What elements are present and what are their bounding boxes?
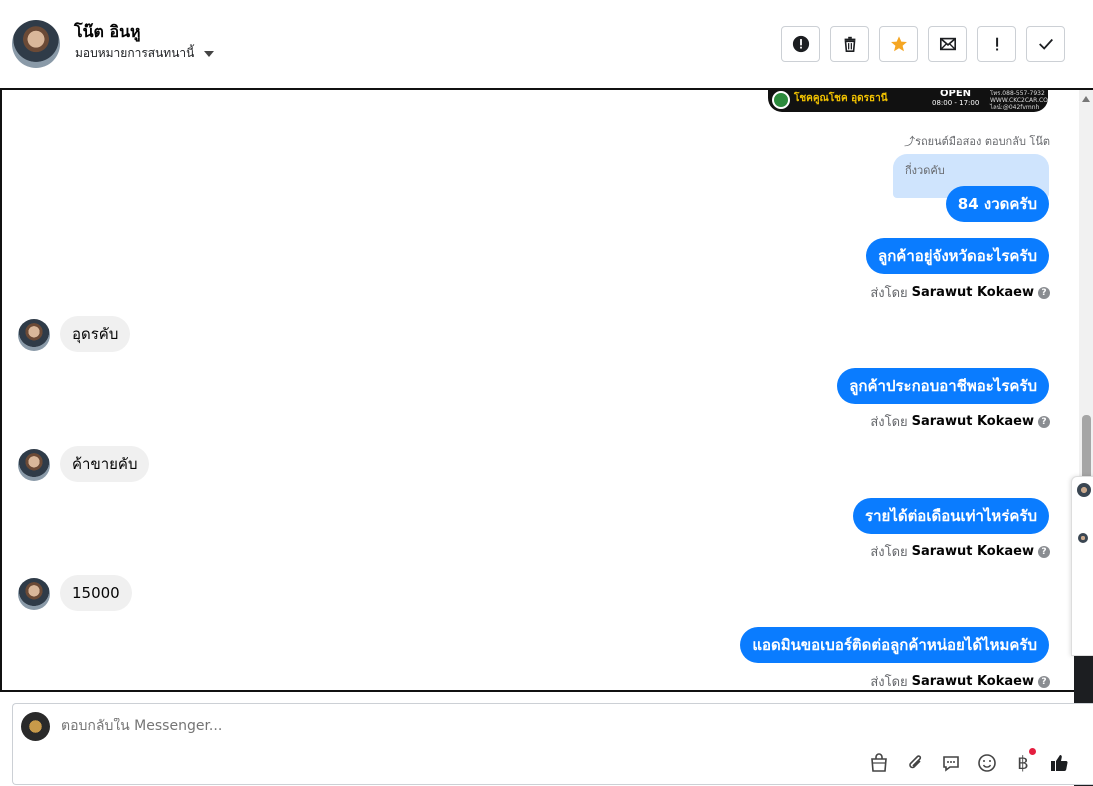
baht-icon: ฿ — [1017, 752, 1029, 774]
page-avatar — [21, 712, 50, 741]
check-icon — [1038, 38, 1053, 50]
scroll-up-arrow-icon[interactable] — [1082, 96, 1090, 102]
mark-unread-button[interactable] — [928, 26, 967, 62]
exclamation-icon — [995, 37, 998, 51]
message-bubble-incoming[interactable]: ค้าขายคับ — [60, 446, 150, 482]
sent-by-label: ส่งโดย Sarawut Kokaew ? — [870, 541, 1050, 562]
follow-up-button[interactable] — [977, 26, 1016, 62]
message-thread[interactable]: โชคคูณโชค อุดรธานี OPEN 08:00 - 17:00 โท… — [0, 88, 1093, 692]
assign-conversation-dropdown[interactable]: มอบหมายการสนทนานี้ — [75, 44, 215, 63]
banner-title: โชคคูณโชค อุดรธานี — [794, 93, 888, 104]
avatar[interactable] — [1078, 533, 1088, 543]
star-icon — [890, 36, 907, 52]
like-button[interactable] — [1048, 752, 1070, 774]
sent-by-prefix: ส่งโดย — [870, 286, 908, 301]
sender-name: Sarawut Kokaew — [911, 544, 1034, 559]
reply-meta-text: รถยนต์มือสอง ตอบกลับ โน๊ต — [915, 135, 1050, 148]
message-bubble-outgoing[interactable]: ลูกค้าอยู่จังหวัดอะไรครับ — [866, 238, 1049, 274]
chevron-down-icon — [204, 50, 215, 57]
thumbs-up-icon — [1051, 755, 1068, 772]
mark-spam-button[interactable] — [781, 26, 820, 62]
sender-name: Sarawut Kokaew — [911, 674, 1034, 689]
action-toolbar — [781, 26, 1065, 62]
shared-image-banner[interactable]: โชคคูณโชค อุดรธานี OPEN 08:00 - 17:00 โท… — [768, 90, 1048, 112]
sent-by-prefix: ส่งโดย — [870, 415, 908, 430]
shopping-bag-icon — [871, 753, 887, 772]
payment-button[interactable]: ฿ — [1012, 748, 1036, 774]
composer: ฿ — [12, 703, 1093, 785]
reply-meta: ⤴รถยนต์มือสอง ตอบกลับ โน๊ต — [904, 132, 1050, 150]
alert-circle-icon — [792, 35, 809, 53]
chat-bubble-icon — [943, 756, 959, 772]
message-bubble-incoming[interactable]: 15000 — [60, 575, 132, 611]
sent-by-label: ส่งโดย Sarawut Kokaew ? — [870, 282, 1050, 303]
assign-label: มอบหมายการสนทนานี้ — [75, 46, 195, 60]
mail-icon — [939, 37, 956, 51]
trash-icon — [844, 36, 855, 53]
message-bubble-incoming[interactable]: อุดรคับ — [60, 316, 131, 352]
help-icon[interactable]: ? — [1038, 675, 1050, 688]
avatar[interactable] — [1077, 483, 1091, 497]
side-chat-panel[interactable] — [1071, 476, 1093, 656]
sent-by-label: ส่งโดย Sarawut Kokaew ? — [870, 411, 1050, 432]
sent-by-prefix: ส่งโดย — [870, 545, 908, 560]
logo-icon — [772, 91, 790, 109]
banner-contact: โทร.088-557-7932 WWW.CKC2CAR.COM ไลน์:@0… — [990, 90, 1048, 111]
emoji-button[interactable] — [976, 752, 998, 774]
sender-name: Sarawut Kokaew — [911, 414, 1034, 429]
contact-avatar-small[interactable] — [18, 449, 50, 481]
composer-tools: ฿ — [868, 748, 1070, 774]
star-button[interactable] — [879, 26, 918, 62]
help-icon[interactable]: ? — [1038, 545, 1050, 558]
message-bubble-outgoing[interactable]: รายได้ต่อเดือนเท่าไหร่ครับ — [853, 498, 1049, 534]
quoted-text: กี่งวดคับ — [905, 164, 945, 177]
reply-arrow-icon: ⤴ — [904, 135, 916, 148]
message-bubble-outgoing[interactable]: แอดมินขอเบอร์ติดต่อลูกค้าหน่อยได้ไหมครับ — [740, 627, 1049, 663]
emoji-icon — [978, 754, 996, 772]
attach-button[interactable] — [904, 752, 926, 774]
sent-by-label: ส่งโดย Sarawut Kokaew ? — [870, 671, 1050, 690]
help-icon[interactable]: ? — [1038, 286, 1050, 299]
help-icon[interactable]: ? — [1038, 415, 1050, 428]
conversation-header: โน๊ต อินหู มอบหมายการสนทนานี้ — [0, 0, 1093, 88]
delete-button[interactable] — [830, 26, 869, 62]
contact-avatar-small[interactable] — [18, 578, 50, 610]
contact-avatar[interactable] — [12, 20, 60, 68]
scrollbar-thumb[interactable] — [1082, 415, 1091, 485]
contact-name[interactable]: โน๊ต อินหู — [74, 20, 141, 45]
contact-avatar-small[interactable] — [18, 319, 50, 351]
sent-by-prefix: ส่งโดย — [870, 675, 908, 690]
banner-hours: 08:00 - 17:00 — [932, 99, 980, 107]
sender-name: Sarawut Kokaew — [911, 285, 1034, 300]
banner-open: OPEN — [940, 90, 972, 99]
message-bubble-outgoing[interactable]: 84 งวดครับ — [945, 186, 1049, 222]
message-bubble-outgoing[interactable]: ลูกค้าประกอบอาชีพอะไรครับ — [837, 368, 1049, 404]
saved-replies-button[interactable] — [940, 752, 962, 774]
paperclip-icon — [909, 755, 922, 769]
reply-input[interactable] — [61, 718, 861, 734]
mark-done-button[interactable] — [1026, 26, 1065, 62]
shop-button[interactable] — [868, 752, 890, 774]
notification-dot — [1029, 748, 1036, 755]
